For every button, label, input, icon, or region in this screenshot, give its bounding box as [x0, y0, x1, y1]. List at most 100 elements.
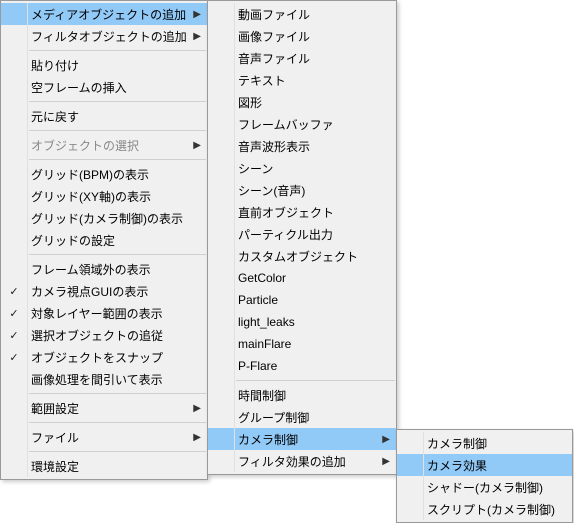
menu1-item-item[interactable]: グリッド(カメラ制御)の表示 — [1, 207, 207, 229]
menu1-item-xy[interactable]: グリッド(XY軸)の表示 — [1, 185, 207, 207]
menu-item-label: mainFlare — [234, 337, 376, 351]
submenu-arrow-icon: ▶ — [376, 434, 390, 445]
menu2-item-item[interactable]: 画像ファイル — [208, 25, 396, 47]
menu-item-label: グリッド(カメラ制御)の表示 — [27, 210, 187, 227]
menu1-item-item[interactable]: ✓ 対象レイヤー範囲の表示 — [1, 302, 207, 324]
menu-item-label: light_leaks — [234, 315, 376, 329]
menu-item-label: P-Flare — [234, 359, 376, 373]
submenu-arrow-icon: ▶ — [187, 9, 201, 20]
menu-item-label: 貼り付け — [27, 57, 187, 74]
menu-item-label: 画像処理を間引いて表示 — [27, 371, 187, 388]
menu-item-label: カメラ視点GUIの表示 — [27, 283, 187, 300]
submenu-arrow-icon: ▶ — [187, 31, 201, 42]
menu-separator — [29, 254, 206, 255]
check-icon: ✓ — [9, 329, 18, 342]
menu2-item-item[interactable]: フレームバッファ — [208, 113, 396, 135]
menu-item-label: 図形 — [234, 94, 376, 111]
menu-separator — [29, 159, 206, 160]
submenu-camera-control: カメラ制御カメラ効果シャドー(カメラ制御) スクリプト(カメラ制御) — [396, 429, 573, 523]
menu-item-label: フィルタ効果の追加 — [234, 453, 376, 470]
menu-separator — [29, 422, 206, 423]
menu2-item-item[interactable]: シーン(音声) — [208, 179, 396, 201]
check-icon: ✓ — [9, 351, 18, 364]
menu-item-label: 直前オブジェクト — [234, 204, 376, 221]
submenu-media-object: 動画ファイル画像ファイル音声ファイルテキスト図形フレームバッファ音声波形表示シー… — [207, 0, 397, 475]
menu2-item-item[interactable]: 音声波形表示 — [208, 135, 396, 157]
menu-item-label: 対象レイヤー範囲の表示 — [27, 305, 187, 322]
menu-separator — [29, 50, 206, 51]
menu-item-label: シーン(音声) — [234, 182, 376, 199]
menu1-item-item[interactable]: 貼り付け — [1, 54, 207, 76]
menu-item-gutter: ✓ — [1, 329, 27, 342]
menu-item-gutter: ✓ — [1, 307, 27, 320]
menu1-item-item[interactable]: ファイル▶ — [1, 426, 207, 448]
menu-separator — [29, 130, 206, 131]
submenu-arrow-icon: ▶ — [187, 140, 201, 151]
submenu-arrow-icon: ▶ — [187, 403, 201, 414]
menu-item-label: 環境設定 — [27, 458, 187, 475]
menu-item-label: カメラ効果 — [423, 457, 552, 474]
menu1-item-item: オブジェクトの選択▶ — [1, 134, 207, 156]
menu1-item-item[interactable]: フィルタオブジェクトの追加▶ — [1, 25, 207, 47]
menu-item-gutter: ✓ — [1, 285, 27, 298]
menu-item-label: フィルタオブジェクトの追加 — [27, 28, 187, 45]
menu2-item-item[interactable]: 音声ファイル — [208, 47, 396, 69]
menu2-item-item[interactable]: 時間制御 — [208, 384, 396, 406]
menu2-item-particle[interactable]: Particle — [208, 289, 396, 311]
menu1-item-item[interactable]: 環境設定 — [1, 455, 207, 477]
menu-item-label: シャドー(カメラ制御) — [423, 479, 552, 496]
menu1-item-item[interactable]: グリッドの設定 — [1, 229, 207, 251]
menu-item-label: カメラ制御 — [423, 435, 552, 452]
menu2-item-item[interactable]: 動画ファイル — [208, 3, 396, 25]
menu2-item-mainflare[interactable]: mainFlare — [208, 333, 396, 355]
menu2-item-item[interactable]: カスタムオブジェクト — [208, 245, 396, 267]
menu-item-label: 画像ファイル — [234, 28, 376, 45]
menu-item-label: スクリプト(カメラ制御) — [423, 501, 555, 518]
menu1-item-item[interactable]: 空フレームの挿入 — [1, 76, 207, 98]
menu-item-label: フレームバッファ — [234, 116, 376, 133]
menu-item-label: 空フレームの挿入 — [27, 79, 187, 96]
menu-item-label: 動画ファイル — [234, 6, 376, 23]
menu-separator — [29, 393, 206, 394]
menu-item-label: カメラ制御 — [234, 431, 376, 448]
menu2-item-item[interactable]: フィルタ効果の追加▶ — [208, 450, 396, 472]
menu2-item-item[interactable]: カメラ制御▶ — [208, 428, 396, 450]
menu2-item-item[interactable]: パーティクル出力 — [208, 223, 396, 245]
submenu-arrow-icon: ▶ — [187, 432, 201, 443]
menu-item-label: グリッドの設定 — [27, 232, 187, 249]
menu2-item-item[interactable]: グループ制御 — [208, 406, 396, 428]
menu1-item-item[interactable]: フレーム領域外の表示 — [1, 258, 207, 280]
menu2-item-getcolor[interactable]: GetColor — [208, 267, 396, 289]
menu2-item-item[interactable]: 図形 — [208, 91, 396, 113]
menu1-item-item[interactable]: ✓オブジェクトをスナップ — [1, 346, 207, 368]
submenu-arrow-icon: ▶ — [376, 456, 390, 467]
check-icon: ✓ — [9, 307, 18, 320]
menu1-item-item[interactable]: 元に戻す — [1, 105, 207, 127]
check-icon: ✓ — [9, 285, 18, 298]
menu-item-label: パーティクル出力 — [234, 226, 376, 243]
menu2-item-item[interactable]: テキスト — [208, 69, 396, 91]
menu-item-label: グリッド(BPM)の表示 — [27, 166, 187, 183]
menu1-item-gui[interactable]: ✓ カメラ視点GUIの表示 — [1, 280, 207, 302]
menu1-item-item[interactable]: ✓選択オブジェクトの追従 — [1, 324, 207, 346]
menu2-item-light-leaks[interactable]: light_leaks — [208, 311, 396, 333]
menu2-item-item[interactable]: 直前オブジェクト — [208, 201, 396, 223]
menu1-item-bpm[interactable]: グリッド(BPM)の表示 — [1, 163, 207, 185]
menu-item-label: フレーム領域外の表示 — [27, 261, 187, 278]
menu-item-label: メディアオブジェクトの追加 — [27, 6, 187, 23]
menu2-item-item[interactable]: シーン — [208, 157, 396, 179]
menu1-item-item[interactable]: 範囲設定▶ — [1, 397, 207, 419]
menu-item-label: カスタムオブジェクト — [234, 248, 376, 265]
menu-item-label: ファイル — [27, 429, 187, 446]
context-menu-main: メディアオブジェクトの追加▶フィルタオブジェクトの追加▶貼り付け空フレームの挿入… — [0, 0, 208, 480]
menu-item-label: テキスト — [234, 72, 376, 89]
menu-separator — [29, 451, 206, 452]
menu1-item-item[interactable]: 画像処理を間引いて表示 — [1, 368, 207, 390]
menu1-item-item[interactable]: メディアオブジェクトの追加▶ — [1, 3, 207, 25]
menu-item-label: 音声ファイル — [234, 50, 376, 67]
menu-item-label: グループ制御 — [234, 409, 376, 426]
menu-item-gutter: ✓ — [1, 351, 27, 364]
menu-item-label: 元に戻す — [27, 108, 187, 125]
menu2-item-p-flare[interactable]: P-Flare — [208, 355, 396, 377]
menu-item-label: グリッド(XY軸)の表示 — [27, 188, 187, 205]
